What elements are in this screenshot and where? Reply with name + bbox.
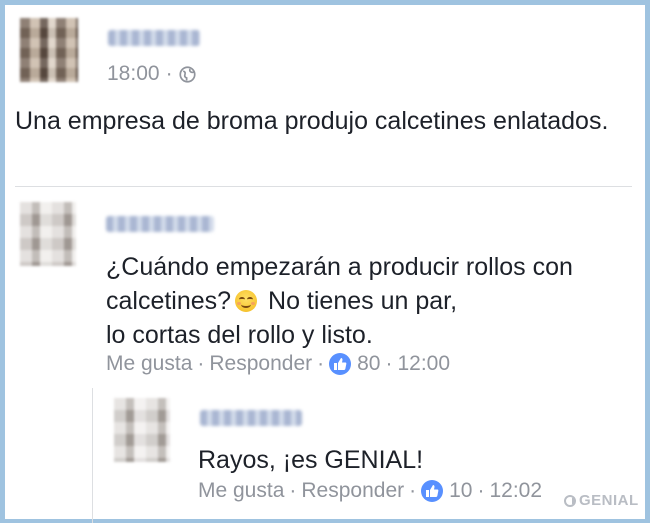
action-separator: · xyxy=(289,479,297,502)
watermark: GENIAL xyxy=(564,492,639,509)
comment-actions: Me gusta · Responder · 80 · 12:00 xyxy=(106,352,450,376)
action-separator: · xyxy=(477,479,485,502)
reply-like-link[interactable]: Me gusta xyxy=(198,479,284,503)
comment-timestamp[interactable]: 12:00 xyxy=(397,352,450,376)
reply-like-count[interactable]: 10 xyxy=(449,479,472,503)
thumbs-up-icon[interactable] xyxy=(329,353,352,375)
comment-like-count[interactable]: 80 xyxy=(357,352,380,376)
replier-avatar[interactable] xyxy=(114,398,170,462)
watermark-text: GENIAL xyxy=(579,492,639,509)
reply-text: Rayos, ¡es GENIAL! xyxy=(198,446,424,474)
post-comments-divider xyxy=(15,186,632,187)
comment-line-3: lo cortas del rollo y listo. xyxy=(106,321,373,349)
comment-line-2: calcetines? No tienes un par, xyxy=(106,284,636,318)
comment-line-1: ¿Cuándo empezarán a producir rollos con xyxy=(106,253,573,281)
post-meta: 18:00 · xyxy=(107,62,196,86)
smiling-face-icon xyxy=(235,290,258,312)
action-separator: · xyxy=(385,352,393,375)
reply-timestamp[interactable]: 12:02 xyxy=(489,479,542,503)
globe-icon xyxy=(178,65,196,83)
commenter-avatar[interactable] xyxy=(20,202,76,266)
reply-thread-line xyxy=(92,388,93,523)
post-text: Una empresa de broma produjo calcetines … xyxy=(15,107,609,135)
comment-reply-link[interactable]: Responder xyxy=(209,352,312,376)
reply-reply-link[interactable]: Responder xyxy=(301,479,404,503)
action-separator: · xyxy=(409,479,417,502)
action-separator: · xyxy=(317,352,325,375)
post-timestamp[interactable]: 18:00 xyxy=(107,62,160,86)
comment-line-2-a: calcetines? xyxy=(106,287,232,315)
post-author-avatar[interactable] xyxy=(20,18,78,82)
comment-text: ¿Cuándo empezarán a producir rollos con … xyxy=(106,250,636,352)
post-author-name-blurred[interactable] xyxy=(108,30,200,46)
action-separator: · xyxy=(197,352,205,375)
commenter-name-blurred[interactable] xyxy=(106,216,214,232)
meta-separator: · xyxy=(165,62,173,85)
replier-name-blurred[interactable] xyxy=(200,410,302,426)
comment-like-link[interactable]: Me gusta xyxy=(106,352,192,376)
comment-line-2-b: No tienes un par, xyxy=(268,287,458,315)
genial-logo-icon xyxy=(564,494,576,507)
reply-actions: Me gusta · Responder · 10 · 12:02 xyxy=(198,479,542,503)
thumbs-up-icon[interactable] xyxy=(421,480,444,502)
